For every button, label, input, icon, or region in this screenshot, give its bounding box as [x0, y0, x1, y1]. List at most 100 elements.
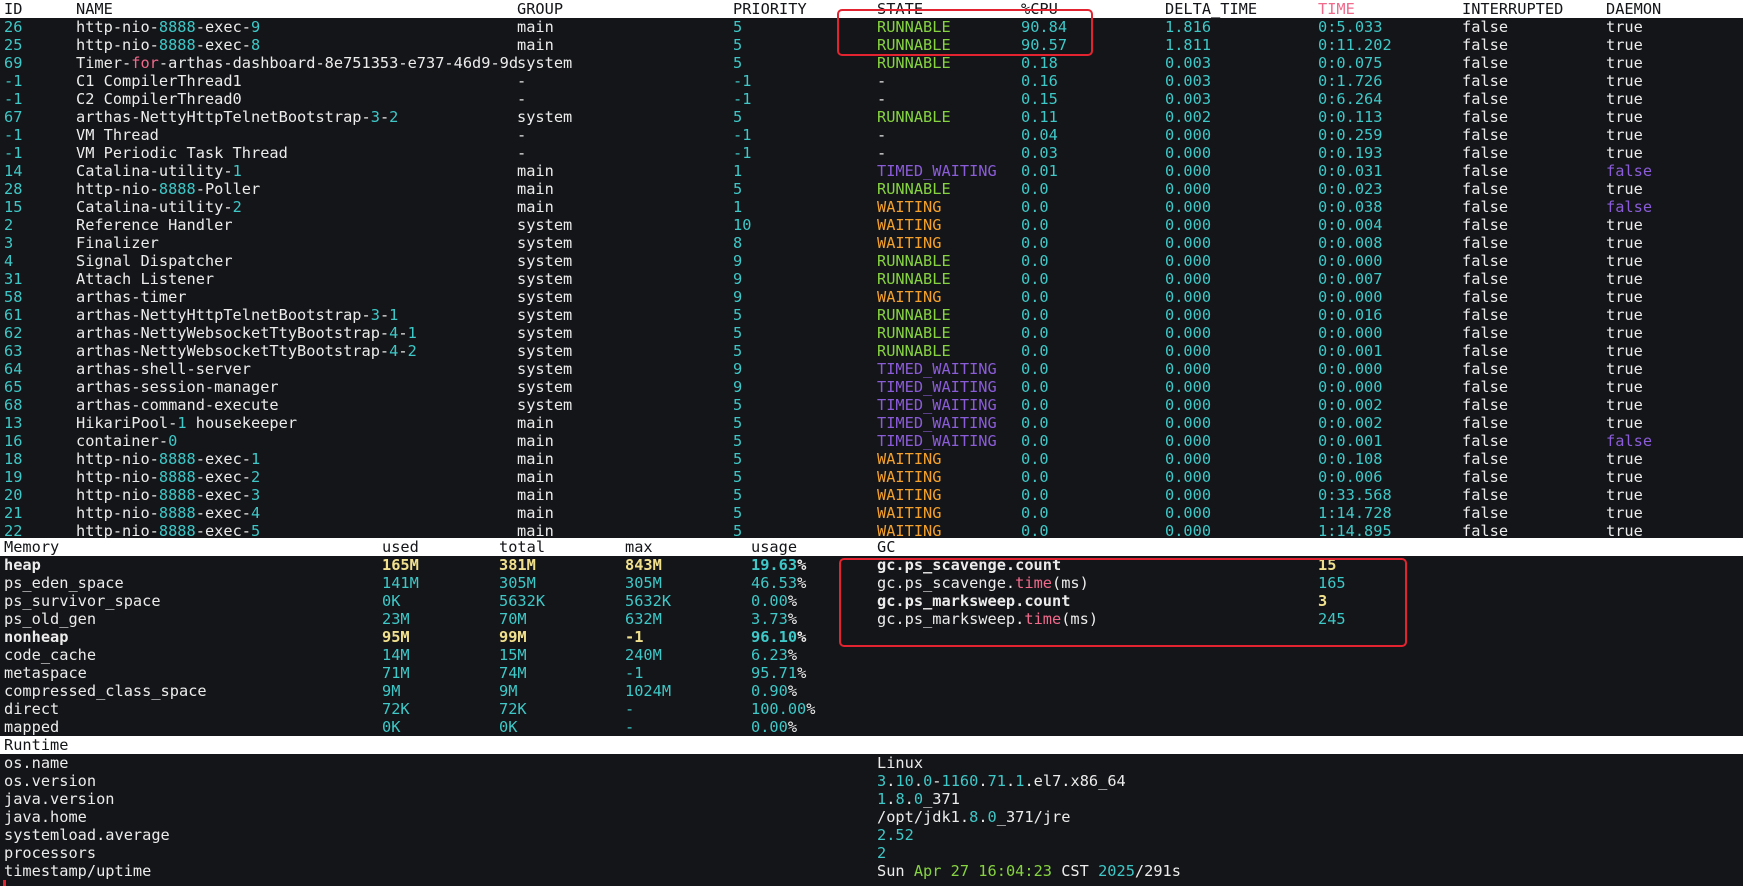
text-segment: -exec-	[195, 468, 251, 486]
text-segment: 8	[969, 808, 979, 826]
text-segment: 2	[877, 844, 887, 862]
text-segment: gc.ps_marksweep.count	[877, 592, 1071, 610]
thread-delta-time: 0.000	[1165, 324, 1212, 342]
memory-col-max: max	[625, 538, 653, 556]
thread-group: main	[517, 504, 554, 522]
thread-time: 0:0.000	[1318, 324, 1383, 342]
col-cpu: %CPU	[1021, 0, 1058, 18]
thread-state: WAITING	[877, 198, 942, 216]
text-segment: 4	[389, 324, 399, 342]
thread-interrupted: false	[1462, 252, 1509, 270]
thread-cpu: 0.0	[1021, 180, 1049, 198]
col-time: TIME	[1318, 0, 1355, 18]
thread-name: http-nio-8888-exec-9	[76, 18, 260, 36]
percent-sign: %	[797, 664, 807, 682]
thread-group: -	[517, 144, 527, 162]
memory-usage-value: 6.23	[751, 646, 788, 664]
runtime-row: os.version 3.10.0-1160.71.1.el7.x86_64	[0, 772, 1743, 790]
thread-id: 21	[4, 504, 23, 522]
thread-row: 3 Finalizer system 8 WAITING 0.0 0.000 0:0.008 f…	[0, 234, 1743, 252]
thread-daemon: false	[1606, 162, 1653, 180]
col-delta-time: DELTA_TIME	[1165, 0, 1258, 18]
thread-daemon: true	[1606, 108, 1643, 126]
text-segment: -exec-	[195, 486, 251, 504]
text-segment: -	[398, 324, 408, 342]
runtime-key: systemload.average	[4, 826, 170, 844]
memory-max: 843M	[625, 556, 662, 574]
thread-time: 0:0.023	[1318, 180, 1383, 198]
thread-cpu: 0.01	[1021, 162, 1058, 180]
thread-group: system	[517, 342, 573, 360]
text-segment: -	[379, 306, 390, 324]
thread-id: 13	[4, 414, 23, 432]
thread-delta-time: 0.000	[1165, 414, 1212, 432]
thread-id: 16	[4, 432, 23, 450]
text-segment: -Poller	[195, 180, 261, 198]
runtime-row: os.name Linux	[0, 754, 1743, 772]
text-segment: arthas-command-execute	[76, 396, 279, 414]
text-segment: 1	[389, 306, 399, 324]
text-segment: /opt/jdk1.	[877, 808, 970, 826]
thread-name: C1 CompilerThread1	[76, 72, 242, 90]
thread-state: TIMED_WAITING	[877, 360, 997, 378]
runtime-row: java.version 1.8.0_371	[0, 790, 1743, 808]
thread-daemon: true	[1606, 90, 1643, 108]
memory-used: 165M	[382, 556, 419, 574]
thread-daemon: false	[1606, 198, 1653, 216]
thread-interrupted: false	[1462, 216, 1509, 234]
text-segment: http-nio-	[76, 450, 159, 468]
text-segment: -exec-	[195, 18, 251, 36]
thread-id: 18	[4, 450, 23, 468]
thread-daemon: true	[1606, 396, 1643, 414]
text-segment: 4	[251, 504, 261, 522]
thread-daemon: true	[1606, 234, 1643, 252]
memory-usage-value: 3.73	[751, 610, 788, 628]
text-segment: 8888	[158, 18, 196, 36]
text-segment: _371	[923, 790, 960, 808]
text-segment: (ms)	[1052, 574, 1089, 592]
text-segment: 8888	[158, 486, 196, 504]
thread-id: 65	[4, 378, 23, 396]
thread-row: 61 arthas-NettyHttpTelnetBootstrap-3-1 sys…	[0, 306, 1743, 324]
memory-used: 72K	[382, 700, 410, 718]
text-segment: (ms)	[1061, 610, 1099, 628]
thread-priority: 5	[733, 414, 743, 432]
thread-interrupted: false	[1462, 396, 1509, 414]
thread-row: 63 arthas-NettyWebsocketTtyBootstrap-4-2 s…	[0, 342, 1743, 360]
thread-name: Catalina-utility-1	[76, 162, 242, 180]
thread-id: 63	[4, 342, 23, 360]
thread-id: 3	[4, 234, 14, 252]
memory-usage: 95.71%	[751, 664, 806, 682]
thread-delta-time: 1.811	[1165, 36, 1212, 54]
thread-name: http-nio-8888-Poller	[76, 180, 260, 198]
text-segment: 0	[168, 432, 178, 450]
thread-name: arthas-NettyWebsocketTtyBootstrap-4-2	[76, 342, 417, 360]
thread-state: WAITING	[877, 468, 942, 486]
memory-usage: 3.73%	[751, 610, 797, 628]
thread-daemon: true	[1606, 288, 1643, 306]
thread-row: 4 Signal Dispatcher system 9 RUNNABLE 0.0 0.00…	[0, 252, 1743, 270]
text-segment: 2025	[1098, 862, 1135, 880]
thread-row: 62 arthas-NettyWebsocketTtyBootstrap-4-1 s…	[0, 324, 1743, 342]
thread-state: -	[877, 144, 887, 162]
thread-name: http-nio-8888-exec-2	[76, 468, 260, 486]
thread-priority: 5	[733, 324, 743, 342]
thread-state: RUNNABLE	[877, 18, 951, 36]
text-segment: 71	[987, 772, 1006, 790]
thread-time: 0:0.000	[1318, 252, 1383, 270]
runtime-key: processors	[4, 844, 97, 862]
thread-state: TIMED_WAITING	[877, 378, 997, 396]
thread-state: RUNNABLE	[877, 252, 951, 270]
text-segment: .	[1006, 772, 1016, 790]
thread-cpu: 0.0	[1021, 252, 1049, 270]
terminal-cursor	[3, 880, 6, 886]
thread-priority: 5	[733, 108, 743, 126]
thread-time: 0:0.259	[1318, 126, 1383, 144]
thread-priority: 5	[733, 36, 743, 54]
thread-priority: 5	[733, 450, 743, 468]
thread-interrupted: false	[1462, 180, 1509, 198]
thread-name: VM Periodic Task Thread	[76, 144, 288, 162]
thread-group: system	[517, 234, 573, 252]
thread-interrupted: false	[1462, 90, 1509, 108]
thread-row: -1 C1 CompilerThread1 - -1 - 0.16 0.003 0:1.726…	[0, 72, 1743, 90]
